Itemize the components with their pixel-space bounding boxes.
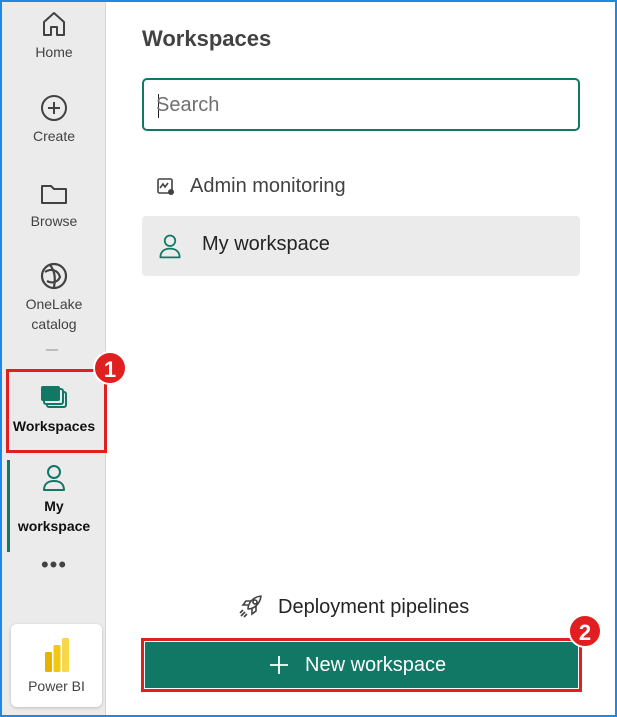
nav-onelake-label-line2: catalog	[31, 316, 77, 332]
callout-highlight-new-workspace	[141, 638, 582, 692]
nav-browse-label: Browse	[30, 213, 78, 229]
nav-home[interactable]: Home	[2, 8, 106, 62]
nav-my-workspace[interactable]: My workspace	[2, 462, 106, 536]
nav-create-label: Create	[32, 128, 76, 144]
nav-onelake-catalog[interactable]: OneLake catalog	[2, 260, 106, 334]
rail-divider	[46, 349, 58, 351]
onelake-icon	[40, 262, 68, 290]
powerbi-app-switcher[interactable]: Power BI	[11, 624, 102, 707]
person-icon	[43, 465, 65, 491]
nav-my-workspace-label-line2: workspace	[17, 518, 91, 534]
nav-browse[interactable]: Browse	[2, 177, 106, 231]
nav-create[interactable]: Create	[2, 92, 106, 146]
monitoring-icon	[157, 178, 174, 195]
deployment-pipelines-label: Deployment pipelines	[278, 596, 470, 618]
workspace-item-my-workspace[interactable]: My workspace	[142, 216, 580, 276]
nav-onelake-label-line1: OneLake	[25, 296, 83, 312]
create-icon	[41, 95, 67, 121]
callout-badge-1: 1	[93, 351, 127, 385]
folder-icon	[41, 185, 67, 204]
nav-home-label: Home	[35, 44, 73, 60]
more-options-button[interactable]: •••	[2, 554, 106, 580]
search-input[interactable]	[156, 92, 566, 118]
workspace-item-admin-monitoring[interactable]: Admin monitoring	[142, 158, 580, 218]
rocket-icon	[239, 595, 262, 618]
search-field[interactable]	[142, 78, 580, 131]
callout-badge-2: 2	[568, 614, 602, 648]
callout-highlight-workspaces	[6, 369, 107, 453]
powerbi-icon	[44, 638, 69, 672]
left-nav-rail: Home Create Browse OneLake catalog Works…	[2, 2, 106, 715]
person-icon	[159, 234, 181, 259]
active-indicator	[7, 460, 10, 552]
home-icon	[43, 12, 65, 36]
workspace-item-label: Admin monitoring	[190, 175, 346, 197]
panel-title: Workspaces	[142, 26, 272, 51]
nav-my-workspace-label-line1: My	[44, 498, 64, 514]
workspace-item-label: My workspace	[202, 233, 330, 255]
powerbi-label: Power BI	[28, 678, 85, 694]
